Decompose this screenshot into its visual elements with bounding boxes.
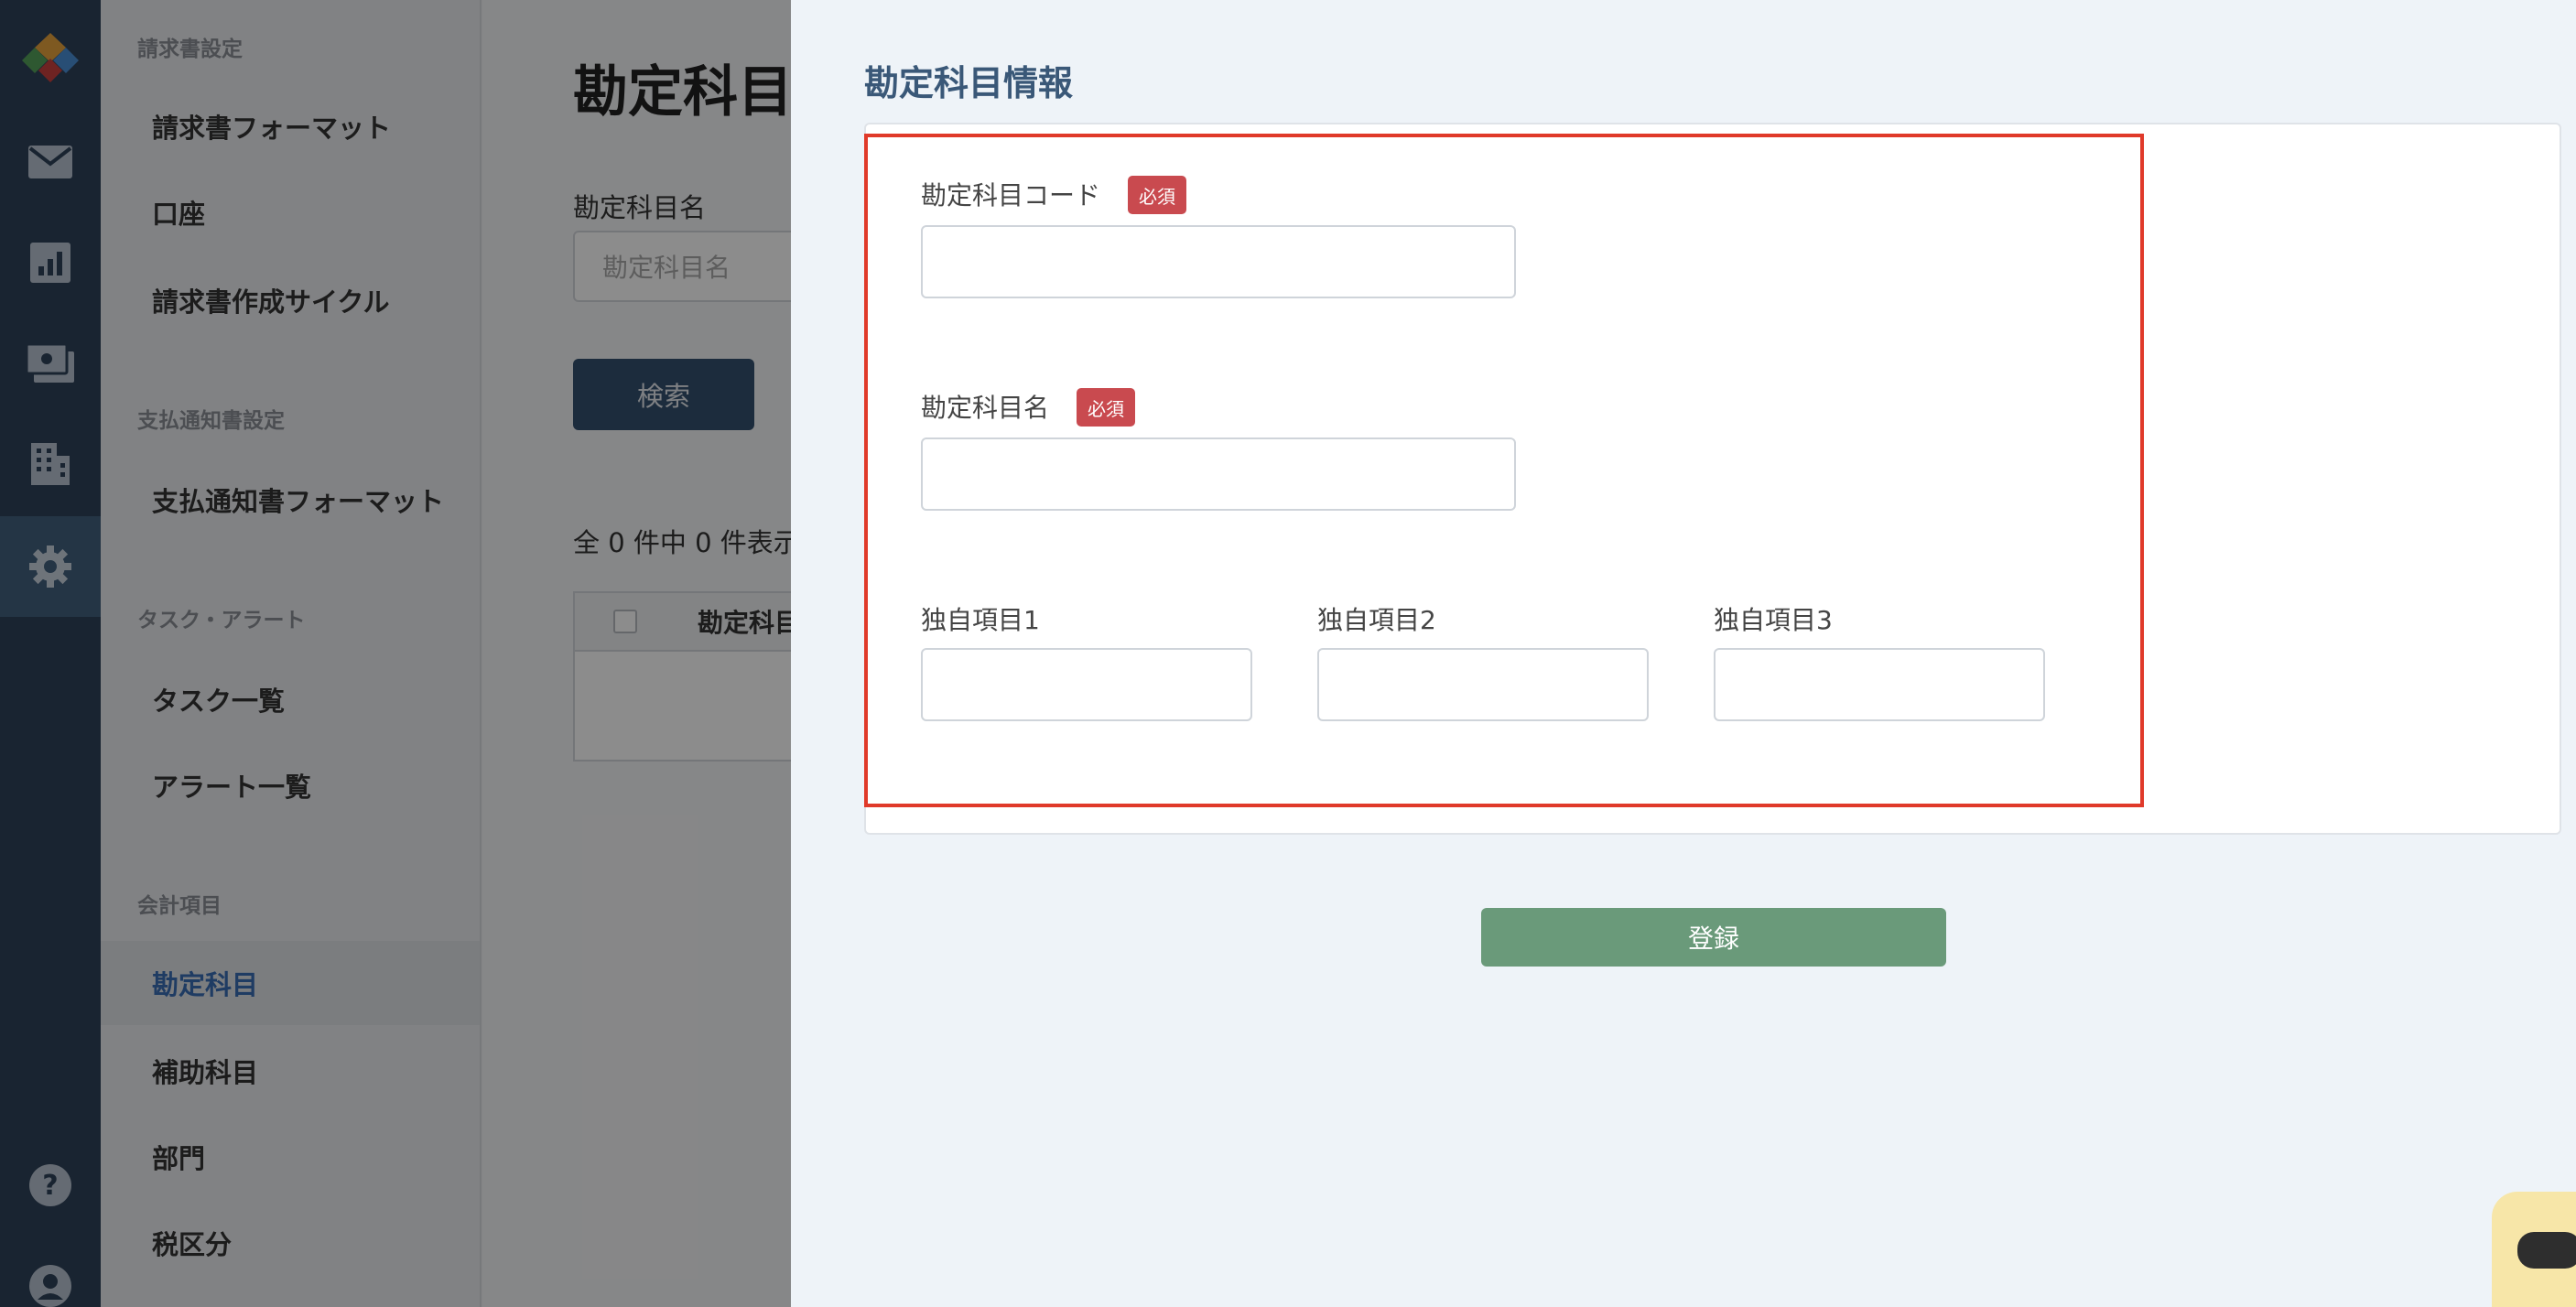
custom1-input[interactable] — [921, 648, 1252, 721]
custom3-label: 独自項目3 — [1714, 605, 1833, 635]
required-badge: 必須 — [1128, 176, 1186, 214]
name-input[interactable] — [921, 437, 1516, 511]
custom2-label: 独自項目2 — [1317, 605, 1436, 635]
chat-bubble-icon — [2517, 1232, 2576, 1269]
custom1-label: 独自項目1 — [921, 605, 1040, 635]
code-label: 勘定科目コード — [921, 180, 1101, 211]
chat-widget[interactable] — [2492, 1192, 2576, 1307]
name-label: 勘定科目名 — [921, 393, 1050, 423]
register-button[interactable]: 登録 — [1481, 908, 1946, 967]
custom2-input[interactable] — [1317, 648, 1649, 721]
required-badge: 必須 — [1077, 388, 1135, 427]
code-input[interactable] — [921, 225, 1516, 298]
drawer-title: 勘定科目情報 — [864, 63, 1074, 103]
custom3-input[interactable] — [1714, 648, 2045, 721]
account-title-drawer: 勘定科目情報 勘定科目コード 必須 勘定科目名 必須 独自項目1 独自項目2 独… — [791, 0, 2576, 1307]
